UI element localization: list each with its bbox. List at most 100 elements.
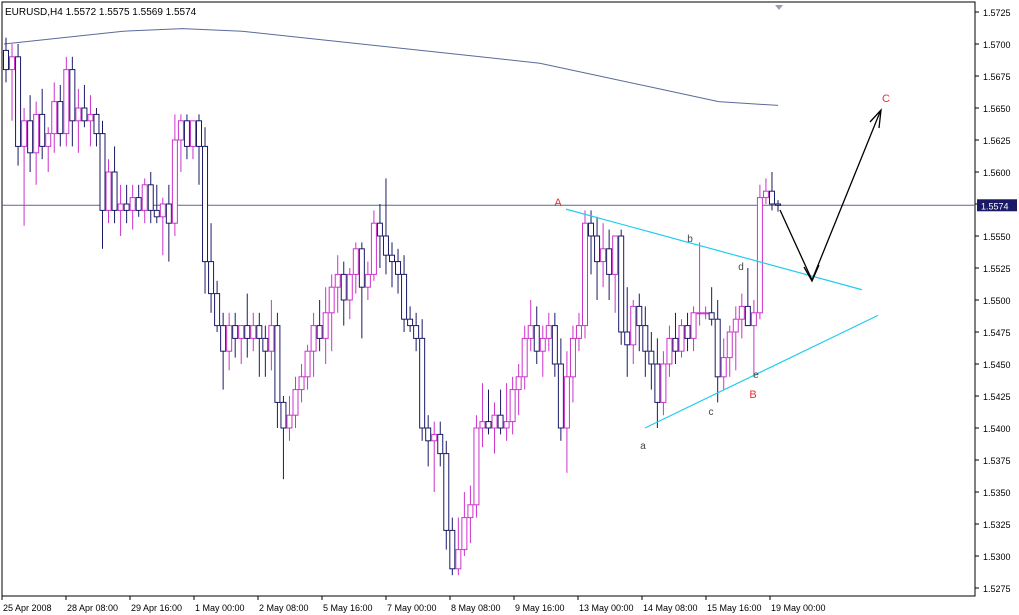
candle-body [624,331,631,346]
y-tick-label: 1.5550 [983,232,1011,242]
candle-body [413,325,420,339]
candle-body [346,273,353,301]
candle-body [551,325,558,365]
candle-body [612,235,619,275]
current-price-label: 1.5574 [981,201,1009,211]
candle-body [262,337,269,352]
x-tick-label: 2 May 08:00 [259,603,309,613]
x-tick-label: 9 May 16:00 [515,603,565,613]
candle-body [539,337,546,352]
candle-body [304,350,311,378]
candle-body [280,401,287,429]
candle-body [588,222,595,237]
candle-body [105,171,112,211]
candle-body [708,312,715,320]
y-tick-label: 1.5725 [983,8,1011,18]
candle-body [750,312,757,327]
candle-body [654,363,661,403]
candle-body [630,305,637,346]
y-tick-label: 1.5425 [983,392,1011,402]
candle-body [27,120,34,154]
x-tick-label: 7 May 00:00 [387,603,437,613]
candle-body [762,190,769,199]
wave-label-c: c [709,407,714,418]
candle-body [726,331,733,359]
candle-body [9,56,16,71]
candle-body [370,222,377,275]
candle-body [153,209,160,218]
candle-body [563,376,570,429]
candle-body [775,203,781,206]
candle-body [467,504,474,519]
x-tick-label: 1 May 00:00 [195,603,245,613]
candle-body [75,107,82,122]
y-tick-label: 1.5275 [983,584,1011,594]
candle-body [202,145,209,263]
wave-label-A: A [554,197,562,209]
candle-body [600,248,607,263]
candle-body [648,350,655,365]
candle-body [732,318,739,333]
candle-body [51,101,58,135]
y-tick-label: 1.5300 [983,552,1011,562]
wave-label-a: a [640,441,646,452]
candle-body [521,337,528,378]
y-tick-label: 1.5650 [983,104,1011,114]
wave-label-b: b [687,234,693,245]
candle-body [533,325,540,352]
y-tick-label: 1.5325 [983,520,1011,530]
y-tick-label: 1.5675 [983,72,1011,82]
candle-body [376,222,383,237]
y-tick-label: 1.5475 [983,328,1011,338]
candle-body [352,248,359,275]
wave-label-e: e [753,370,759,381]
candle-body [437,433,444,455]
candle-body [147,184,154,211]
candle-body [33,113,40,154]
y-tick-label: 1.5625 [983,136,1011,146]
chart-window: EURUSD,H4 1.5572 1.5575 1.5569 1.5574 A B… [0,0,1019,615]
candle-body [503,421,510,429]
candle-body [298,376,305,391]
candle-body [666,337,673,365]
candle-body [455,549,462,570]
candle-body [159,203,166,218]
candle-body [720,357,727,378]
candle-body [45,133,52,147]
candle-body [364,273,371,288]
x-tick-label: 25 Apr 2008 [3,603,52,613]
x-tick-label: 28 Apr 08:00 [67,603,118,613]
y-tick-label: 1.5525 [983,264,1011,274]
candle-body [497,414,504,429]
candle-body [3,49,9,71]
candle-body [425,427,432,442]
candle-body [473,427,480,506]
candle-body [636,305,643,327]
candle-body [111,171,118,211]
x-tick-label: 5 May 16:00 [323,603,373,613]
candle-body [256,325,263,339]
candle-body [69,69,76,122]
x-tick-label: 8 May 08:00 [451,603,501,613]
candle-body [183,120,190,147]
candle-body [557,363,564,429]
y-tick-label: 1.5375 [983,456,1011,466]
candle-body [618,235,625,333]
candle-body [310,325,317,352]
candle-body [485,421,492,429]
candle-body [274,325,281,403]
candle-body [401,273,408,320]
symbol-header: EURUSD,H4 1.5572 1.5575 1.5569 1.5574 [5,7,197,18]
candle-body [189,120,196,147]
x-tick-label: 19 May 00:00 [771,603,826,613]
price-chart[interactable]: EURUSD,H4 1.5572 1.5575 1.5569 1.5574 A B… [0,0,1019,615]
y-tick-label: 1.5350 [983,488,1011,498]
candle-body [358,248,365,288]
candle-body [117,203,124,211]
candle-body [678,325,685,352]
candle-body [87,113,94,122]
candle-body [443,453,450,531]
candle-body [606,248,613,275]
candle-body [684,325,691,339]
candle-body [39,113,46,147]
